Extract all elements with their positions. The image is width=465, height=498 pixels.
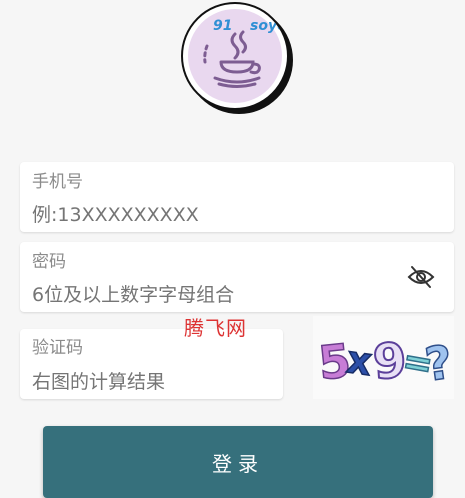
logo-text-right: soyo xyxy=(250,18,287,34)
captcha-glyphs: 5 x 9 = ? xyxy=(315,332,456,393)
captcha-input[interactable]: 右图的计算结果 xyxy=(32,367,165,394)
logo-circle: 91 soyo xyxy=(181,2,289,110)
phone-input[interactable]: 例:13XXXXXXXXX xyxy=(32,200,199,227)
password-field[interactable]: 密码 6位及以上数字字母组合 xyxy=(20,242,454,312)
password-input[interactable]: 6位及以上数字字母组合 xyxy=(32,280,234,307)
login-button[interactable]: 登录 xyxy=(43,426,433,498)
svg-text:x: x xyxy=(344,337,374,384)
password-label: 密码 xyxy=(32,252,66,272)
logo-text-left: 91 xyxy=(213,18,233,34)
login-button-label: 登录 xyxy=(212,452,264,476)
app-logo: 91 soyo xyxy=(181,2,295,116)
captcha-image[interactable]: 5 x 9 = ? xyxy=(313,316,456,399)
phone-label: 手机号 xyxy=(32,172,83,192)
eye-slash-icon[interactable] xyxy=(406,262,436,292)
phone-field[interactable]: 手机号 例:13XXXXXXXXX xyxy=(20,162,454,232)
captcha-field[interactable]: 验证码 右图的计算结果 xyxy=(20,329,283,399)
captcha-label: 验证码 xyxy=(32,338,83,358)
